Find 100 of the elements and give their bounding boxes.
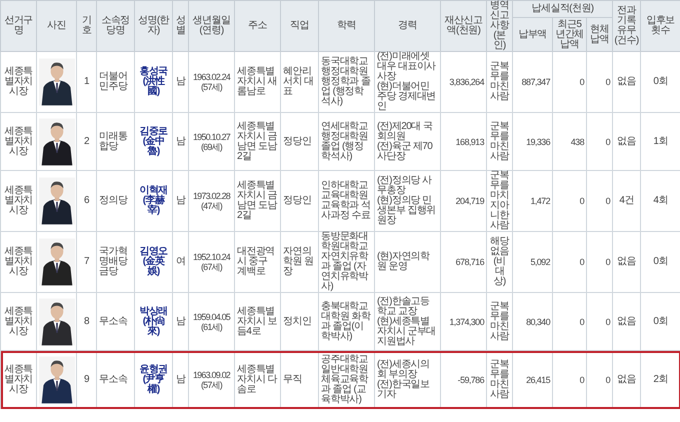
table-cell: 충북대학교 대학원 화학과 졸업(이학박사) [318, 292, 374, 350]
table-cell: 국가혁명배당금당 [96, 232, 134, 292]
table-cell: (전)한솔고등학교 교장 (현)세종특별자치시 군부대 지원법사 [374, 292, 440, 350]
table-cell: 남 [172, 170, 188, 232]
table-cell: 정의당 [96, 170, 134, 232]
column-header: 전과기록유무(건수) [612, 0, 640, 52]
table-cell: 204,719 [440, 170, 486, 232]
column-header: 생년월일(연령) [188, 0, 234, 52]
table-cell: 세종특별자치시장 [0, 112, 36, 170]
table-cell: 군복무를마친사람 [486, 52, 512, 112]
column-header: 최근5년간체납액 [552, 18, 586, 52]
table-cell: 6 [76, 170, 96, 232]
table-cell: 세종특별자치시 금남면 도남2길 [234, 170, 280, 232]
candidate-name: 박상래 (朴尙來) [134, 292, 172, 350]
table-cell: (전)제20대 국회의원 (전)육군 제70사단장 [374, 112, 440, 170]
table-cell: 정당인 [280, 112, 318, 170]
table-cell: 3,836,264 [440, 52, 486, 112]
table-cell: 공주대학교 일반대학원 체육교육학과 졸업 (교육학박사) [318, 350, 374, 408]
table-cell: 미래통합당 [96, 112, 134, 170]
column-header: 학력 [318, 0, 374, 52]
table-cell: 2 [76, 112, 96, 170]
table-cell: 세종특별자치시 다솜로 [234, 350, 280, 408]
table-cell: 1963.02.24 (57세) [188, 52, 234, 112]
table-cell: (전)정의당 사무총장 (현)정의당 민생본부 집행위원장 [374, 170, 440, 232]
column-header: 입후보횟수 [640, 0, 680, 52]
table-cell: 무직 [280, 350, 318, 408]
table-cell: 연세대학교 행정대학원 졸업 (행정학석사) [318, 112, 374, 170]
table-cell: 0 [586, 292, 612, 350]
table-cell: 없음 [612, 232, 640, 292]
candidate-name: 김영오 (金英娛) [134, 232, 172, 292]
table-cell: 1 [76, 52, 96, 112]
table-cell: 1,374,300 [440, 292, 486, 350]
candidate-name: 이혁재 (李赫宰) [134, 170, 172, 232]
table-cell: 8 [76, 292, 96, 350]
table-cell: 세종특별자치시장 [0, 292, 36, 350]
table-cell: 4건 [612, 170, 640, 232]
table-cell: 없음 [612, 112, 640, 170]
table-cell: 없음 [612, 52, 640, 112]
table-cell: 군복무를마친사람 [486, 112, 512, 170]
table-cell: 1950.10.27 (69세) [188, 112, 234, 170]
table-cell: (전)미래에셋대우 대표이사 사장 (현)더불어민주당 경제대변인 [374, 52, 440, 112]
table-cell: 0 [552, 292, 586, 350]
table-cell: 0 [552, 52, 586, 112]
column-header: 선거구명 [0, 0, 36, 52]
column-header: 주소 [234, 0, 280, 52]
table-cell: 168,913 [440, 112, 486, 170]
table-cell: 0 [552, 170, 586, 232]
candidate-name: 홍성국 (洪性國) [134, 52, 172, 112]
table-cell: 동국대학교 행정대학원 행정학과 졸업 (행정학석사) [318, 52, 374, 112]
table-cell: 대전광역시 중구 계백로 [234, 232, 280, 292]
table-cell: (전)세종시의회 부의장 (전)한국일보기자 [374, 350, 440, 408]
table-cell: 1952.10.24 (67세) [188, 232, 234, 292]
table-cell: 군복무를마친사람 [486, 292, 512, 350]
table-cell: 세종특별자치시 금남면 도남2길 [234, 112, 280, 170]
table-cell: 세종특별자치시 새롬남로 [234, 52, 280, 112]
table-cell: 0 [586, 52, 612, 112]
column-header: 성별 [172, 0, 188, 52]
table-cell: 438 [552, 112, 586, 170]
table-cell: 1959.04.05 (61세) [188, 292, 234, 350]
table-cell: 자연의학원 원장 [280, 232, 318, 292]
table-cell: 0 [586, 170, 612, 232]
table-cell: 세종특별자치시장 [0, 232, 36, 292]
column-header: 납세실적(천원) [512, 0, 612, 18]
table-cell: 80,340 [512, 292, 552, 350]
table-cell: 남 [172, 52, 188, 112]
table-cell: 인하대학교 교육대학원 교육학과 석사과정 수료 [318, 170, 374, 232]
table-cell: 678,716 [440, 232, 486, 292]
column-header: 성명(한자) [134, 0, 172, 52]
table-cell: 해당없음(비대상) [486, 232, 512, 292]
table-cell: (현)자연의학원 운영 [374, 232, 440, 292]
table-cell: 남 [172, 292, 188, 350]
table-cell: 혜안리서치 대표 [280, 52, 318, 112]
column-header: 직업 [280, 0, 318, 52]
table-cell: 1973.02.28 (47세) [188, 170, 234, 232]
table-cell: 세종특별자치시장 [0, 170, 36, 232]
table-cell: 1,472 [512, 170, 552, 232]
table-cell: 세종특별자치시장 [0, 350, 36, 408]
table-cell: 정치인 [280, 292, 318, 350]
column-header: 납부액 [512, 18, 552, 52]
table-cell: 19,336 [512, 112, 552, 170]
table-cell: 0 [552, 232, 586, 292]
column-header: 경력 [374, 0, 440, 52]
table-cell: 없음 [612, 292, 640, 350]
column-header: 기호 [76, 0, 96, 52]
table-cell: 887,347 [512, 52, 552, 112]
table-cell: 세종특별자치시장 [0, 52, 36, 112]
column-header: 병역신고사항(본인) [486, 0, 512, 52]
column-header: 재산신고액(천원) [440, 0, 486, 52]
table-cell: 정당인 [280, 170, 318, 232]
table-cell: 무소속 [96, 292, 134, 350]
table-cell: 0 [586, 232, 612, 292]
table-cell: 동방문화대학원대학교 자연치유학과 졸업 (자연치유학박사) [318, 232, 374, 292]
table-cell: 더불어민주당 [96, 52, 134, 112]
table-cell: 군복무를마치지아니한사람 [486, 170, 512, 232]
table-cell: 5,092 [512, 232, 552, 292]
table-cell: 7 [76, 232, 96, 292]
column-header: 소속정당명 [96, 0, 134, 52]
column-header: 현체납액 [586, 18, 612, 52]
table-cell: 무소속 [96, 350, 134, 408]
table-cell: 여 [172, 232, 188, 292]
